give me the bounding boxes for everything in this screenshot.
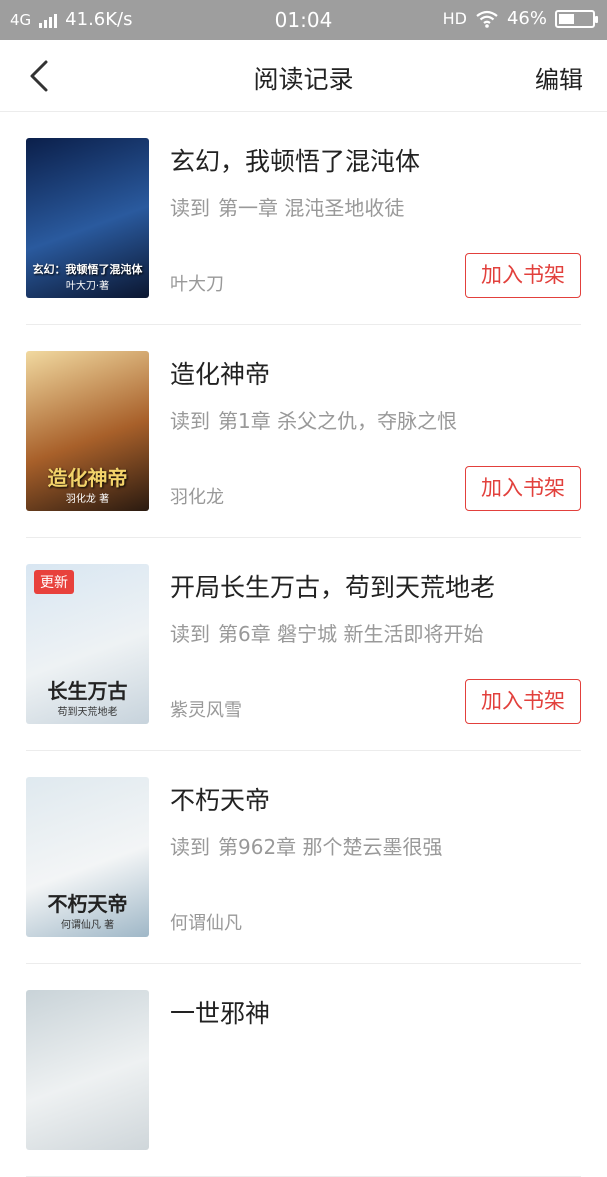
book-info: 不朽天帝读到 第962章 那个楚云墨很强	[170, 781, 581, 860]
chapter-text: 第一章 混沌圣地收徒	[218, 196, 405, 220]
book-title[interactable]: 一世邪神	[170, 994, 581, 1030]
page-title: 阅读记录	[253, 65, 354, 94]
book-info: 造化神帝读到 第1章 杀父之仇，夺脉之恨	[170, 355, 581, 434]
book-author: 何谓仙凡	[170, 913, 242, 934]
reading-progress: 读到 第1章 杀父之仇，夺脉之恨	[170, 405, 581, 434]
cover-author-text: 羽化龙 著	[65, 494, 110, 505]
reading-progress: 读到 第962章 那个楚云墨很强	[170, 831, 581, 860]
book-info: 一世邪神	[170, 994, 581, 1030]
cover-title-text: 不朽天帝	[47, 892, 128, 916]
book-title[interactable]: 开局长生万古，苟到天荒地老	[170, 568, 581, 604]
read-to-label: 读到	[170, 622, 210, 646]
cover-author-text: 何谓仙凡 著	[60, 920, 115, 931]
book-item[interactable]: 造化神帝 羽化龙 著造化神帝 读到 第1章 杀父之仇，夺脉之恨 羽化龙 加入书架	[26, 325, 581, 538]
book-cover[interactable]: 造化神帝 羽化龙 著	[26, 351, 149, 511]
read-to-label: 读到	[170, 196, 210, 220]
book-item[interactable]: 一世邪神	[26, 964, 581, 1177]
book-item[interactable]: 不朽天帝 何谓仙凡 著不朽天帝 读到 第962章 那个楚云墨很强 何谓仙凡	[26, 751, 581, 964]
status-right: HD 46%	[442, 8, 598, 29]
book-info: 玄幻，我顿悟了混沌体读到 第一章 混沌圣地收徒	[170, 142, 581, 221]
nav-bar: 阅读记录 编辑	[0, 40, 607, 112]
battery-icon	[555, 9, 598, 28]
book-item[interactable]: 玄幻：我顿悟了混沌体 叶大刀·著 玄幻，我顿悟了混沌体 读到 第一章 混沌圣地收徒 叶大刀…	[26, 112, 581, 325]
add-to-shelf-button[interactable]: 加入书架	[465, 466, 581, 511]
battery-percent: 46%	[506, 8, 547, 29]
cover-title-text: 造化神帝	[47, 466, 128, 490]
update-badge: 更新	[34, 570, 74, 594]
cover-author-text: 叶大刀·著	[65, 281, 110, 292]
wifi-icon	[476, 10, 498, 28]
book-author: 紫灵风雪	[170, 700, 242, 721]
read-to-label: 读到	[170, 409, 210, 433]
book-cover[interactable]: 不朽天帝何谓仙凡 著	[26, 777, 149, 937]
book-cover[interactable]	[26, 990, 149, 1150]
hd-indicator: HD	[442, 9, 467, 28]
cover-author-text: 苟到天荒地老	[57, 707, 118, 718]
add-to-shelf-button[interactable]: 加入书架	[465, 679, 581, 724]
reading-history-list: 玄幻：我顿悟了混沌体 叶大刀·著 玄幻，我顿悟了混沌体 读到 第一章 混沌圣地收徒 叶大刀…	[0, 112, 607, 1177]
read-to-label: 读到	[170, 835, 210, 859]
book-cover[interactable]: 玄幻：我顿悟了混沌体 叶大刀·著	[26, 138, 149, 298]
chapter-text: 第6章 磐宁城 新生活即将开始	[218, 622, 484, 646]
book-author: 叶大刀	[170, 274, 224, 295]
add-to-shelf-button[interactable]: 加入书架	[465, 253, 581, 298]
book-title[interactable]: 造化神帝	[170, 355, 581, 391]
cover-title-text: 长生万古	[47, 679, 128, 703]
book-cover[interactable]: 长生万古苟到天荒地老 更新	[26, 564, 149, 724]
book-title[interactable]: 不朽天帝	[170, 781, 581, 817]
chapter-text: 第1章 杀父之仇，夺脉之恨	[218, 409, 458, 433]
reading-progress: 读到 第6章 磐宁城 新生活即将开始	[170, 618, 581, 647]
book-author: 羽化龙	[170, 487, 224, 508]
book-info: 开局长生万古，苟到天荒地老读到 第6章 磐宁城 新生活即将开始	[170, 568, 581, 647]
edit-button[interactable]: 编辑	[535, 60, 583, 95]
book-item[interactable]: 长生万古苟到天荒地老 更新 开局长生万古，苟到天荒地老读到 第6章 磐宁城 新生活即将…	[26, 538, 581, 751]
status-bar: 4G 41.6K/s 01:04 HD 46%	[0, 0, 607, 40]
cover-title-text: 玄幻：我顿悟了混沌体	[32, 262, 143, 276]
chapter-text: 第962章 那个楚云墨很强	[218, 835, 443, 859]
reading-progress: 读到 第一章 混沌圣地收徒	[170, 192, 581, 221]
book-title[interactable]: 玄幻，我顿悟了混沌体	[170, 142, 581, 178]
